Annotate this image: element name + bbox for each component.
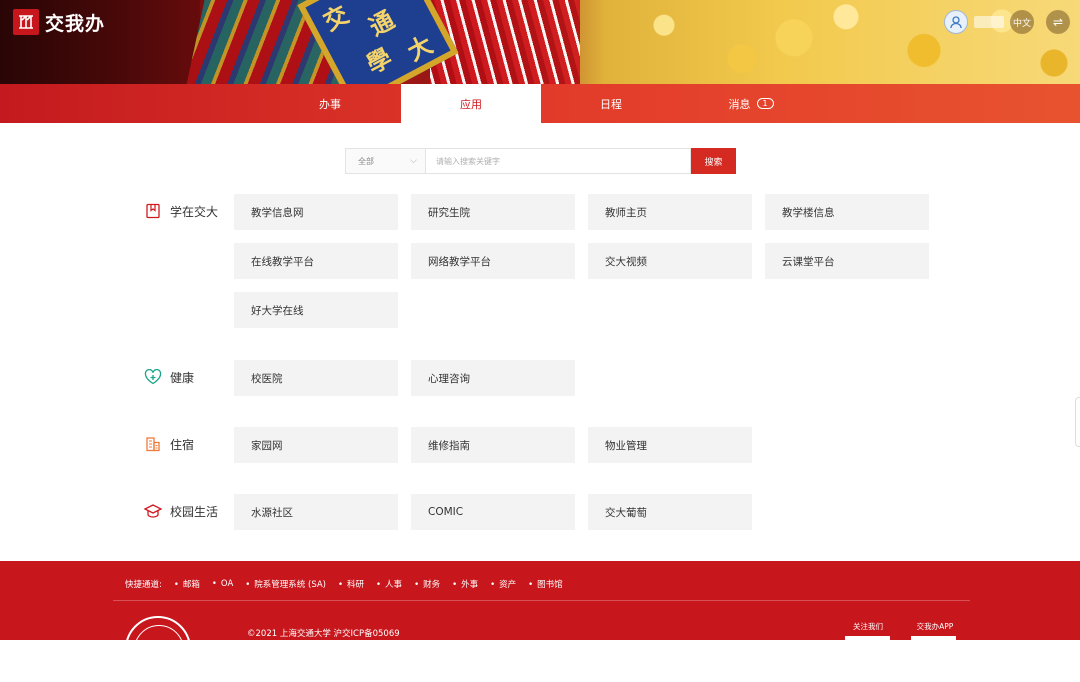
app-tile[interactable]: 家园网	[234, 427, 398, 463]
tab-label: 日程	[600, 97, 622, 111]
app-tile[interactable]: 好大学在线	[234, 292, 398, 328]
quick-links: 快捷通道: 邮箱 OA 院系管理系统 (SA) 科研 人事 财务 外事 资产 图…	[125, 578, 563, 590]
language-button[interactable]: 中文	[1010, 10, 1034, 34]
tab-yingyong[interactable]: 应用	[401, 84, 541, 123]
app-tile[interactable]: 交大葡萄	[588, 494, 752, 530]
category-title: 学在交大	[170, 204, 219, 219]
app-tile[interactable]: 云课堂平台	[765, 243, 929, 279]
app-download-label: 交我办APP	[916, 622, 954, 631]
user-controls: 中文 ⇌	[944, 9, 1070, 35]
category-title: 住宿	[170, 437, 195, 452]
plaque-char: 學	[361, 42, 397, 80]
app-tile[interactable]: 心理咨询	[411, 360, 575, 396]
app-tile[interactable]: COMIC	[411, 494, 575, 530]
brand-name: 交我办	[45, 12, 106, 35]
copyright-text: ©2021 上海交通大学 沪交ICP备05069	[247, 629, 400, 639]
quick-link[interactable]: 资产	[490, 578, 516, 590]
category-title: 健康	[170, 370, 195, 385]
category-health: 健康	[144, 368, 194, 386]
app-tile[interactable]: 教学楼信息	[765, 194, 929, 230]
app-qr-code	[911, 636, 956, 640]
logo-icon	[13, 9, 39, 35]
quick-links-label: 快捷通道:	[125, 580, 162, 590]
quick-link[interactable]: 图书馆	[528, 578, 563, 590]
side-float-tab[interactable]	[1075, 397, 1080, 447]
footer: 快捷通道: 邮箱 OA 院系管理系统 (SA) 科研 人事 财务 外事 资产 图…	[0, 561, 1080, 682]
follow-us-label: 关注我们	[853, 622, 883, 631]
quick-link[interactable]: 邮箱	[174, 578, 200, 590]
hero-banner: 交 通 大 學 交我办 中文 ⇌	[0, 0, 1080, 84]
tab-banshi[interactable]: 办事	[260, 84, 400, 123]
tab-label: 消息	[728, 97, 751, 111]
app-tile[interactable]: 交大视频	[588, 243, 752, 279]
app-tile[interactable]: 网络教学平台	[411, 243, 575, 279]
quick-link[interactable]: OA	[212, 579, 233, 589]
tab-xiaoxi[interactable]: 消息 1	[681, 84, 821, 123]
app-tile[interactable]: 研究生院	[411, 194, 575, 230]
quick-link[interactable]: 科研	[338, 578, 364, 590]
plaque-char: 大	[402, 29, 438, 67]
tab-label: 应用	[460, 97, 482, 111]
chevron-down-icon: ⌵	[410, 156, 417, 166]
category-study: 学在交大	[144, 202, 218, 220]
book-icon	[144, 202, 162, 220]
app-tile[interactable]: 维修指南	[411, 427, 575, 463]
quick-link[interactable]: 人事	[376, 578, 402, 590]
scope-value: 全部	[358, 156, 374, 166]
quick-link[interactable]: 财务	[414, 578, 440, 590]
app-tile[interactable]: 水源社区	[234, 494, 398, 530]
quick-link[interactable]: 院系管理系统 (SA)	[245, 578, 326, 590]
username-placeholder[interactable]	[974, 16, 1004, 28]
app-tile[interactable]: 教学信息网	[234, 194, 398, 230]
plaque-char: 通	[364, 4, 400, 42]
graduation-cap-icon	[144, 502, 162, 520]
search-button[interactable]: 搜索	[691, 148, 736, 174]
message-count-badge: 1	[756, 98, 774, 109]
wechat-qr-code	[845, 636, 890, 640]
app-tile[interactable]: 物业管理	[588, 427, 752, 463]
university-seal	[125, 616, 191, 682]
category-campus-life: 校园生活	[144, 502, 218, 520]
footer-divider	[113, 600, 970, 601]
quick-link[interactable]: 外事	[452, 578, 478, 590]
building-icon	[144, 435, 162, 453]
app-tile[interactable]: 教师主页	[588, 194, 752, 230]
brand-logo[interactable]: 交我办	[13, 9, 105, 35]
search-bar: 全部 ⌵ 搜索	[345, 148, 736, 174]
plaque-char: 交	[318, 0, 354, 37]
tab-label: 办事	[319, 97, 341, 111]
heart-plus-icon	[144, 368, 162, 386]
user-avatar-icon[interactable]	[944, 10, 968, 34]
search-input[interactable]	[425, 148, 691, 174]
main-nav: 办事 应用 日程 消息 1	[0, 84, 1080, 123]
tab-richeng[interactable]: 日程	[541, 84, 681, 123]
category-housing: 住宿	[144, 435, 194, 453]
search-scope-select[interactable]: 全部 ⌵	[345, 148, 425, 174]
app-tile[interactable]: 校医院	[234, 360, 398, 396]
app-tile[interactable]: 在线教学平台	[234, 243, 398, 279]
switch-icon[interactable]: ⇌	[1046, 10, 1070, 34]
category-title: 校园生活	[170, 504, 219, 519]
